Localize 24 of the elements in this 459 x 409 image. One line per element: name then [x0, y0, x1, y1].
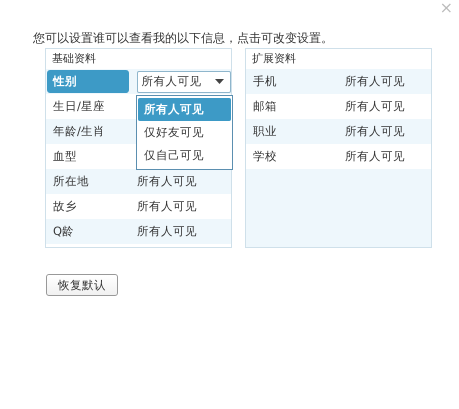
visibility-value: 所有人可见 [344, 99, 405, 114]
field-label[interactable]: 所在地 [47, 170, 129, 193]
panel-title: 扩展资料 [246, 49, 431, 69]
field-label[interactable]: Q龄 [47, 220, 129, 243]
field-label[interactable]: 故乡 [47, 195, 129, 218]
field-label[interactable]: 学校 [247, 145, 337, 168]
visibility-value: 所有人可见 [136, 174, 197, 189]
visibility-value: 所有人可见 [136, 199, 197, 214]
visibility-value: 所有人可见 [344, 74, 405, 89]
visibility-value: 所有人可见 [344, 124, 405, 139]
field-label[interactable]: 手机 [247, 70, 337, 93]
visibility-value: 所有人可见 [344, 149, 405, 164]
field-label[interactable]: 年龄/生肖 [47, 120, 129, 143]
field-label[interactable]: 生日/星座 [47, 95, 129, 118]
field-label[interactable]: 职业 [247, 120, 337, 143]
field-label[interactable]: 血型 [47, 145, 129, 168]
reset-button[interactable]: 恢复默认 [46, 274, 118, 296]
visibility-select[interactable]: 所有人可见 [136, 70, 231, 92]
field-label[interactable]: 邮箱 [247, 95, 337, 118]
dropdown-option[interactable]: 仅自己可见 [138, 144, 231, 167]
dropdown-option[interactable]: 仅好友可见 [138, 121, 231, 144]
visibility-value: 所有人可见 [136, 224, 197, 239]
intro-text: 您可以设置谁可以查看我的以下信息，点击可改变设置。 [32, 30, 334, 47]
caret-icon [215, 79, 224, 84]
